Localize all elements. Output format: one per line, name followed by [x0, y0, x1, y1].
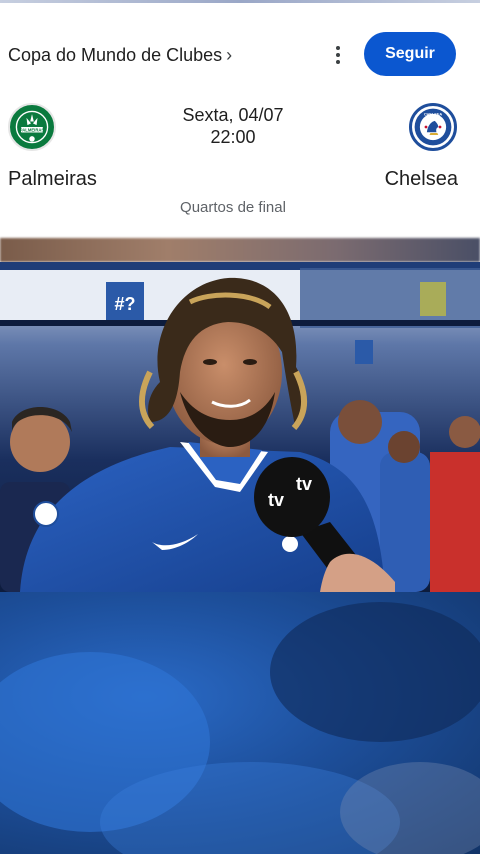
blurred-scene [0, 602, 480, 854]
match-time: 22:00 [210, 127, 256, 147]
microphone-brand: tv [268, 490, 284, 510]
blurred-video-background [0, 592, 480, 854]
palmeiras-crest-icon: PALMEIRAS [8, 103, 56, 151]
away-team-name[interactable]: Chelsea [385, 168, 458, 191]
follow-button[interactable]: Seguir [364, 32, 456, 76]
interview-video[interactable]: #? tv tv [0, 262, 480, 592]
chelsea-logo-lettering: CHELSEA [424, 113, 443, 117]
league-link[interactable]: Copa do Mundo de Clubes › [8, 45, 232, 66]
league-title: Copa do Mundo de Clubes [8, 44, 223, 65]
match-stage: Quartos de final [180, 199, 286, 216]
more-options-icon[interactable] [326, 41, 350, 69]
card-header: Copa do Mundo de Clubes › Seguir [8, 32, 460, 76]
home-team-name[interactable]: Palmeiras [8, 168, 97, 191]
match-date: Sexta, 04/07 [182, 105, 284, 125]
chevron-right-icon: › [226, 44, 233, 65]
microphone-brand-2: tv [296, 474, 312, 494]
video-top-band [0, 238, 480, 262]
palmeiras-logo-lettering: PALMEIRAS [20, 128, 45, 133]
match-card[interactable]: Copa do Mundo de Clubes › Seguir PALMEIR… [0, 3, 480, 238]
match-datetime: Sexta, 04/07 22:00 [133, 104, 333, 148]
interview-scene: #? tv tv [0, 262, 480, 592]
chelsea-crest-icon: CHELSEA [409, 103, 457, 151]
svg-text:#?: #? [114, 294, 135, 314]
